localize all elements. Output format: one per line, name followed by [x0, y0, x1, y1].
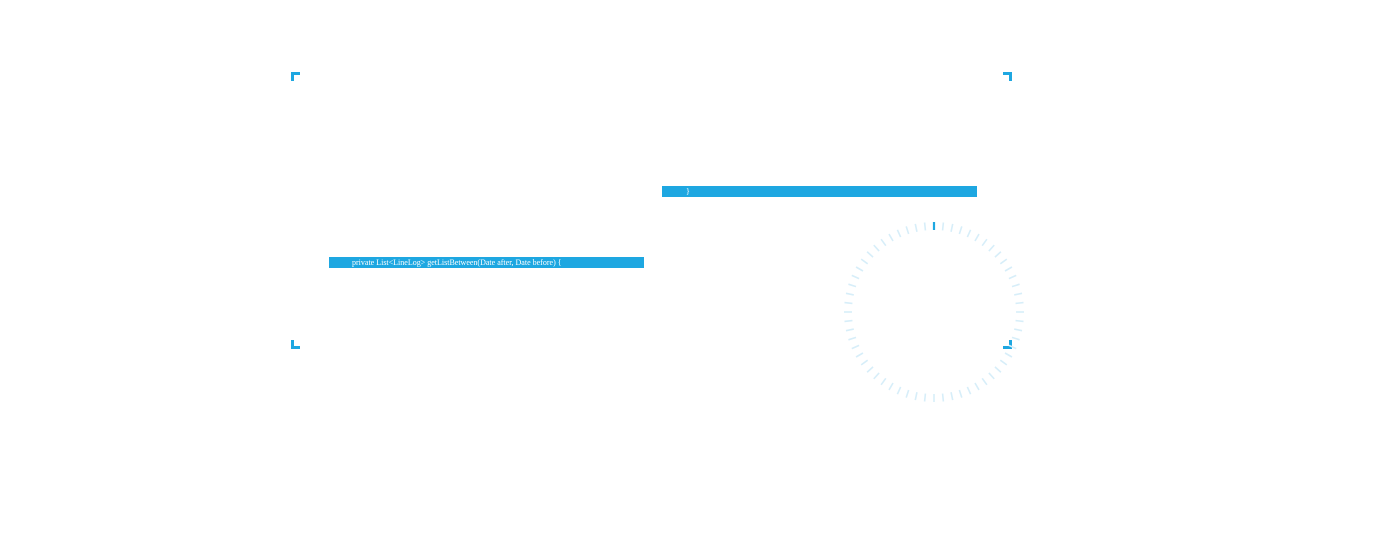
spinner-tick	[851, 344, 860, 350]
spinner-tick	[1015, 319, 1024, 323]
spinner-tick	[873, 244, 880, 252]
spinner-tick	[1008, 344, 1017, 350]
spinner-tick	[848, 283, 857, 288]
spinner-tick	[1014, 292, 1023, 296]
spinner-tick	[923, 393, 927, 402]
spinner-tick	[1004, 352, 1013, 358]
selection-corner-top-right	[1003, 72, 1012, 81]
spinner-tick	[988, 372, 995, 380]
spinner-tick	[974, 382, 980, 391]
spinner-tick	[981, 377, 988, 386]
spinner-tick	[844, 319, 853, 323]
spinner-tick	[905, 389, 910, 398]
selection-corner-top-left	[291, 72, 300, 81]
spinner-tick	[958, 389, 963, 398]
spinner-tick	[999, 359, 1008, 366]
spinner-tick	[896, 229, 902, 238]
spinner-tick	[888, 382, 894, 391]
loading-spinner-icon	[842, 220, 1026, 404]
screen-stage: } private List<LineLog> getListBetween(D…	[0, 0, 1400, 550]
spinner-tick	[860, 359, 869, 366]
spinner-tick	[896, 386, 902, 395]
spinner-tick	[914, 223, 918, 232]
spinner-tick	[950, 392, 954, 401]
spinner-tick	[851, 274, 860, 280]
spinner-tick	[1011, 283, 1020, 288]
spinner-tick	[941, 393, 945, 402]
spinner-tick	[994, 251, 1002, 258]
spinner-graphic	[844, 222, 1024, 402]
spinner-tick	[941, 222, 945, 231]
spinner-tick	[905, 226, 910, 235]
spinner-tick	[923, 222, 927, 231]
spinner-tick	[880, 238, 887, 247]
spinner-tick	[966, 386, 972, 395]
spinner-tick	[1011, 336, 1020, 341]
spinner-tick	[866, 366, 874, 373]
spinner-tick	[845, 328, 854, 332]
selection-corner-bottom-left	[291, 340, 300, 349]
selected-code-line-method-signature[interactable]: private List<LineLog> getListBetween(Dat…	[329, 257, 644, 268]
selected-code-line-closing-brace[interactable]: }	[662, 186, 977, 197]
spinner-tick	[866, 251, 874, 258]
spinner-tick	[855, 352, 864, 358]
spinner-tick	[855, 266, 864, 272]
spinner-tick	[1004, 266, 1013, 272]
spinner-tick	[974, 233, 980, 242]
spinner-tick	[999, 258, 1008, 265]
spinner-tick	[950, 223, 954, 232]
spinner-tick	[958, 226, 963, 235]
spinner-tick	[914, 392, 918, 401]
spinner-tick	[848, 336, 857, 341]
spinner-tick	[1015, 301, 1024, 305]
spinner-tick	[981, 238, 988, 247]
spinner-tick	[888, 233, 894, 242]
spinner-tick	[880, 377, 887, 386]
spinner-tick	[1008, 274, 1017, 280]
spinner-tick	[966, 229, 972, 238]
spinner-tick	[860, 258, 869, 265]
spinner-tick	[994, 366, 1002, 373]
spinner-tick	[1014, 328, 1023, 332]
spinner-tick	[988, 244, 995, 252]
spinner-tick	[845, 292, 854, 296]
spinner-tick	[873, 372, 880, 380]
spinner-tick	[844, 301, 853, 305]
